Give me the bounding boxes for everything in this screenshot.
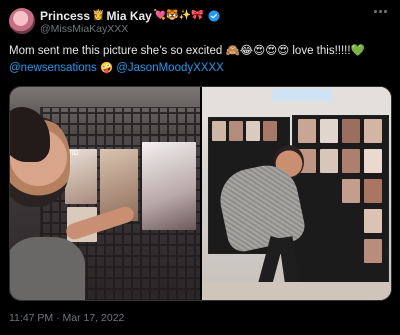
dvd-cover	[363, 119, 382, 143]
tweet-text: Mom sent me this picture she’s so excite…	[9, 43, 394, 77]
mention-newsensations[interactable]: @newsensations	[9, 62, 97, 74]
photo-left[interactable]: VID	[10, 87, 200, 300]
dvd-cover	[142, 142, 196, 230]
verified-badge-icon	[208, 10, 220, 22]
photo-right[interactable]	[201, 87, 391, 300]
tweet-text-main: Mom sent me this picture she’s so excite…	[9, 45, 365, 57]
author-handle[interactable]: @MissMiaKayXXX	[40, 23, 128, 35]
dvd-cover	[341, 119, 360, 143]
emoji-zany: 🤪	[99, 62, 114, 74]
mention-jasonmoody[interactable]: @JasonMoodyXXXX	[116, 62, 224, 74]
ceiling-light	[271, 89, 332, 101]
dvd-cover	[319, 149, 338, 173]
dvd-cover	[262, 121, 277, 141]
tweet-card: Princess 👸 Mia Kay 💘🐯✨🎀 @MissMiaKayXXX M…	[0, 0, 400, 335]
dvd-cover	[319, 119, 338, 143]
avatar[interactable]	[9, 8, 35, 34]
dvd-cover	[363, 149, 382, 173]
dvd-cover	[363, 179, 382, 203]
dvd-cover	[245, 121, 260, 141]
dvd-cover	[363, 239, 382, 263]
tweet-timestamp[interactable]: 11:47 PM · Mar 17, 2022	[9, 312, 124, 324]
dvd-cover	[228, 121, 243, 141]
display-name-emoji-princess: 👸	[92, 10, 105, 21]
person-sweater	[10, 237, 85, 300]
more-options-icon[interactable]	[374, 10, 388, 14]
display-name-emoji-string: 💘🐯✨🎀	[153, 10, 204, 21]
tweet-media[interactable]: VID	[9, 86, 392, 301]
dvd-cover	[211, 121, 226, 141]
display-name-last[interactable]: Mia Kay	[107, 9, 152, 23]
store-floor	[201, 282, 391, 300]
dvd-cover	[341, 179, 360, 203]
display-name-first[interactable]: Princess	[40, 9, 90, 23]
dvd-cover	[363, 209, 382, 233]
author-name-row[interactable]: Princess 👸 Mia Kay 💘🐯✨🎀	[40, 9, 220, 23]
dvd-cover	[341, 149, 360, 173]
dvd-cover	[297, 119, 316, 143]
